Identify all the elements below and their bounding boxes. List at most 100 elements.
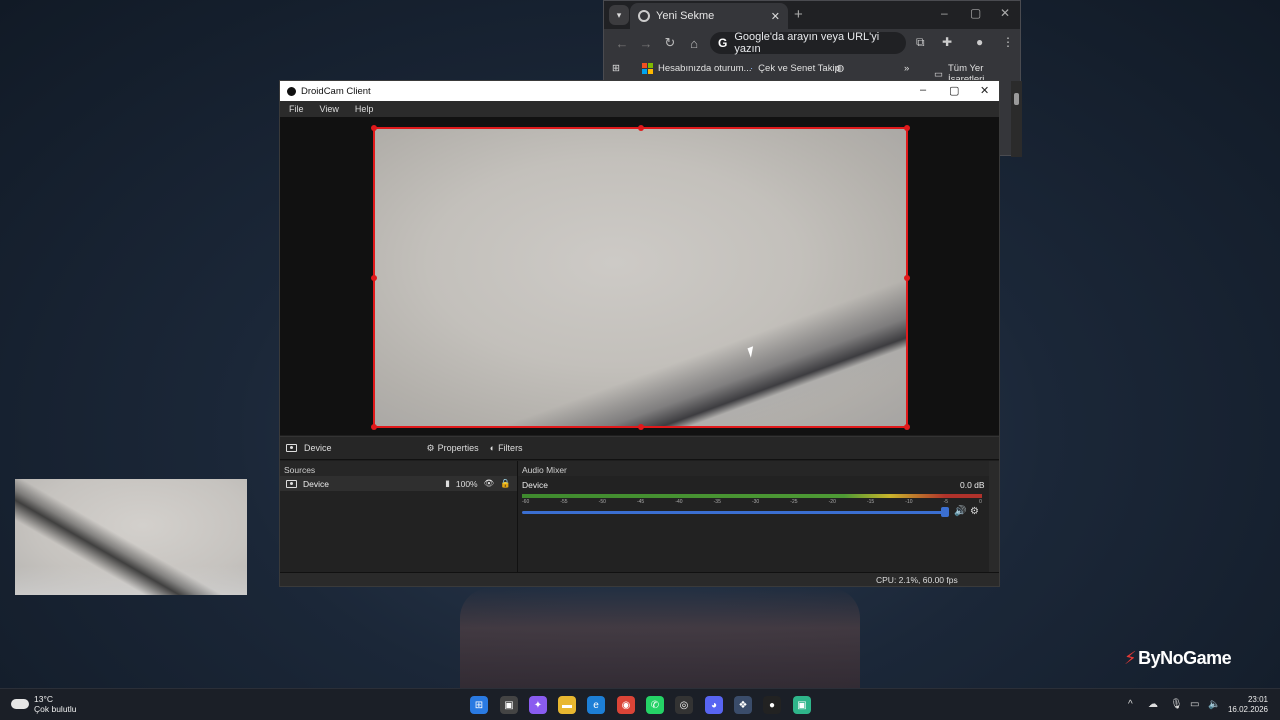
source-item[interactable]: Device ▮ 100% 👁 🔒 <box>280 476 517 491</box>
tab-close-icon[interactable]: ✕ <box>771 10 780 23</box>
wallpaper-figure <box>460 588 860 688</box>
weather-widget[interactable]: 13°C Çok bulutlu <box>11 694 77 714</box>
onedrive-icon[interactable]: ☁ <box>1148 699 1158 710</box>
minimize-icon[interactable]: – <box>941 6 948 20</box>
maximize-icon[interactable]: ▢ <box>949 84 959 97</box>
edge-icon[interactable]: e <box>587 696 605 714</box>
droidcam-window: DroidCam Client – ▢ ✕ File View Help Dev… <box>279 80 1000 587</box>
minimize-icon[interactable]: – <box>920 84 926 96</box>
audio-mixer-header: Audio Mixer <box>518 461 999 476</box>
menu-kebab-icon[interactable]: ⋮ <box>1002 35 1014 49</box>
mouse-cursor <box>747 346 757 358</box>
globe-icon[interactable]: ◍ <box>836 63 844 74</box>
gear-icon[interactable]: ⚙ <box>970 506 979 517</box>
resize-handle[interactable] <box>371 424 377 430</box>
network-app-icon[interactable]: ❖ <box>734 696 752 714</box>
maximize-icon[interactable]: ▢ <box>970 6 981 20</box>
resize-handle[interactable] <box>904 424 910 430</box>
mixer-scrollbar[interactable] <box>989 461 999 572</box>
volume-icon[interactable]: 🔈 <box>1208 699 1220 710</box>
omnibox[interactable]: G Google'da arayın veya URL'yi yazın <box>710 31 906 55</box>
resize-handle[interactable] <box>638 125 644 131</box>
network-icon[interactable]: ▭ <box>1190 699 1199 710</box>
meter-tick-label: -50 <box>598 499 606 505</box>
meter-tick-label: 0 <box>979 499 982 505</box>
chrome-icon[interactable]: ◉ <box>617 696 635 714</box>
droidcam-menubar: File View Help <box>280 101 999 117</box>
apps-grid-icon[interactable]: ⊞ <box>612 63 620 74</box>
tab-search-icon[interactable]: ▾ <box>609 5 629 25</box>
camera-feed[interactable] <box>371 125 910 430</box>
volume-slider-knob[interactable] <box>941 507 949 517</box>
resize-handle[interactable] <box>904 275 910 281</box>
bookmarks-bar: ⊞ Hesabınızda oturum... · Çek ve Senet T… <box>604 57 1020 85</box>
system-clock[interactable]: 23:01 16.02.2026 <box>1226 695 1268 715</box>
filters-button[interactable]: ◐ Filters <box>490 443 523 453</box>
resize-handle[interactable] <box>638 424 644 430</box>
resize-handle[interactable] <box>904 125 910 131</box>
mixer-level-readout: 0.0 dB <box>960 480 985 490</box>
lock-icon[interactable]: 🔒 <box>500 478 511 489</box>
file-explorer-icon[interactable]: ▬ <box>558 696 576 714</box>
more-bookmarks-icon[interactable]: » <box>904 63 909 74</box>
windows-start-icon[interactable]: ⊞ <box>470 696 488 714</box>
camera-icon <box>286 479 297 488</box>
source-toolbar: Device ⚙ Properties ◐ Filters <box>280 436 999 460</box>
steam-icon[interactable]: ◎ <box>675 696 693 714</box>
scrollbar-thumb[interactable] <box>1014 93 1019 105</box>
extensions-icon[interactable]: ✚ <box>942 35 952 49</box>
mixer-channel: Device 0.0 dB -60 -55 -50 -45 -40 -35 -30 -25 -2… <box>518 476 999 517</box>
home-icon[interactable]: ⌂ <box>682 36 706 51</box>
tray-overflow-icon[interactable]: ^ <box>1128 699 1133 710</box>
discord-icon[interactable]: ◕ <box>705 696 723 714</box>
video-preview[interactable] <box>280 117 999 435</box>
meter-tick-label: -15 <box>866 499 875 505</box>
mixer-channel-name: Device <box>522 480 548 490</box>
droidcam-app-icon <box>287 86 296 96</box>
properties-button[interactable]: ⚙ Properties <box>427 443 479 454</box>
task-view-icon[interactable]: ▣ <box>500 696 518 714</box>
meter-tick-label: -40 <box>675 499 683 505</box>
status-text: CPU: 2.1%, 60.00 fps <box>876 575 958 585</box>
wallpaper-brand-logo: ⚡ ByNoGame <box>1124 648 1232 668</box>
tab-title: Yeni Sekme <box>656 10 715 22</box>
droidcam-titlebar: DroidCam Client – ▢ ✕ <box>280 81 999 101</box>
droidcam-taskbar-icon[interactable]: ● <box>763 696 781 714</box>
tab-new-tab[interactable]: Yeni Sekme ✕ <box>630 3 788 29</box>
profile-avatar-icon[interactable]: ● <box>976 35 983 49</box>
close-icon[interactable]: ✕ <box>980 84 989 97</box>
back-icon[interactable]: ← <box>610 36 634 51</box>
meter-tick-label: -10 <box>905 499 913 505</box>
speaker-icon[interactable]: 🔊 <box>954 506 966 517</box>
resize-handle[interactable] <box>371 125 377 131</box>
copilot-icon[interactable]: ✦ <box>529 696 547 714</box>
menu-file[interactable]: File <box>289 104 304 114</box>
camera-overlay-thumbnail[interactable] <box>15 479 247 595</box>
source-device-label: Device <box>304 443 332 453</box>
weather-temp: 13°C <box>34 694 53 704</box>
forward-icon[interactable]: → <box>634 36 658 51</box>
droidcam-ui-icon[interactable]: ▣ <box>793 696 811 714</box>
chrome-tabstrip: ▾ Yeni Sekme ✕ + – ▢ ✕ <box>604 1 1020 29</box>
bookmark-cek-senet[interactable]: · Çek ve Senet Takip <box>750 63 840 74</box>
reload-icon[interactable]: ↻ <box>658 35 682 51</box>
volume-slider[interactable] <box>522 511 946 514</box>
menu-view[interactable]: View <box>320 104 339 114</box>
menu-help[interactable]: Help <box>355 104 374 114</box>
weather-desc: Çok bulutlu <box>34 704 77 714</box>
chrome-scrollbar[interactable] <box>1011 81 1022 157</box>
translate-icon[interactable]: ⧉ <box>916 35 925 50</box>
microphone-icon[interactable]: 🎙 <box>1170 699 1183 710</box>
sources-header: Sources <box>280 461 517 476</box>
close-icon[interactable]: ✕ <box>1000 6 1010 20</box>
meter-tick-label: -55 <box>560 499 568 505</box>
whatsapp-icon[interactable]: ✆ <box>646 696 664 714</box>
resize-handle[interactable] <box>371 275 377 281</box>
bookmark-microsoft[interactable]: Hesabınızda oturum... <box>642 63 751 74</box>
sources-panel: Sources Device ▮ 100% 👁 🔒 <box>280 461 518 572</box>
visibility-eye-icon[interactable]: 👁 <box>484 478 495 489</box>
filter-icon: ◐ <box>489 443 496 453</box>
new-tab-icon[interactable]: + <box>794 6 803 23</box>
audio-level-icon: ▮ <box>445 478 450 488</box>
microsoft-icon <box>642 63 653 74</box>
